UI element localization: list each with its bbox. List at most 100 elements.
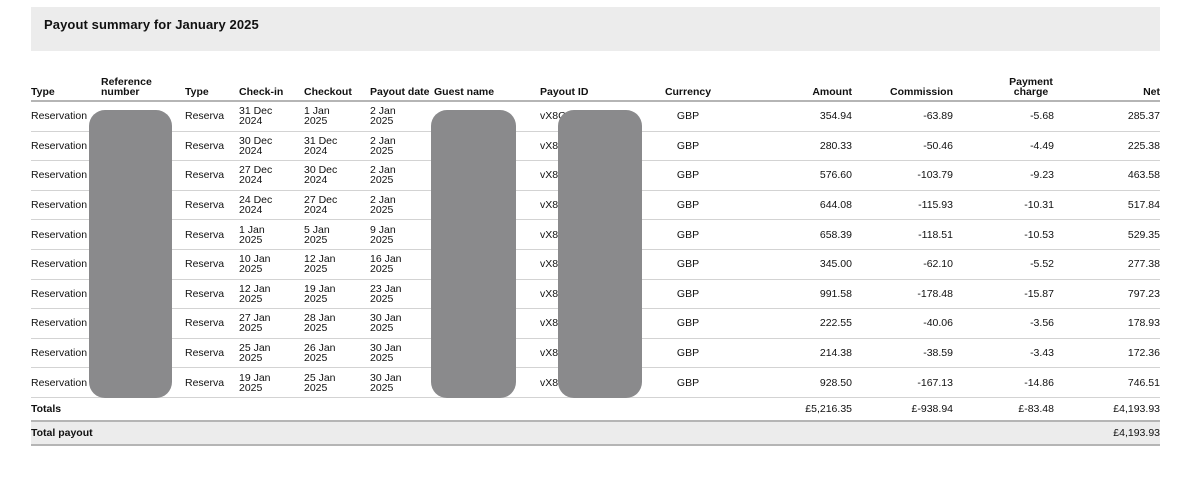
cell-amount: 345.00 [751,249,852,280]
total-payout-net: £4,193.93 [1054,420,1160,446]
cell-payment-charge: -3.43 [953,338,1054,369]
total-payment-charge: £-83.48 [953,397,1054,422]
cell-net: 225.38 [1054,131,1160,162]
cell-row-type-2: Reserva [185,367,239,398]
cell-currency: GBP [625,249,751,280]
col-header-guest-name: Guest name [434,77,540,102]
cell-amount: 280.33 [751,131,852,162]
cell-amount: 928.50 [751,367,852,398]
cell-net: 517.84 [1054,190,1160,221]
cell-currency: GBP [625,219,751,250]
cell-net: 172.36 [1054,338,1160,369]
cell-commission: -50.46 [852,131,953,162]
cell-net: 529.35 [1054,219,1160,250]
cell-payout-date: 2 Jan 2025 [370,101,434,132]
cell-row-type-2: Reserva [185,338,239,369]
cell-payment-charge: -5.68 [953,101,1054,132]
cell-checkout-date: 31 Dec 2024 [304,131,370,162]
redaction-reference-number [89,110,172,398]
col-header-check-in: Check-in [239,77,304,102]
totals-row: Totals £5,216.35 £-938.94 £-83.48 £4,193… [31,397,1160,422]
cell-row-type-2: Reserva [185,249,239,280]
cell-check-in-date: 19 Jan 2025 [239,367,304,398]
total-payout-label: Total payout [31,420,101,446]
cell-payout-date: 9 Jan 2025 [370,219,434,250]
cell-amount: 658.39 [751,219,852,250]
col-header-checkout: Checkout [304,77,370,102]
cell-commission: -62.10 [852,249,953,280]
cell-checkout-date: 26 Jan 2025 [304,338,370,369]
cell-amount: 214.38 [751,338,852,369]
cell-amount: 991.58 [751,279,852,310]
totals-label: Totals [31,397,101,422]
cell-checkout-date: 12 Jan 2025 [304,249,370,280]
page-title: Payout summary for January 2025 [44,17,259,32]
cell-commission: -63.89 [852,101,953,132]
cell-check-in-date: 24 Dec 2024 [239,190,304,221]
cell-payment-charge: -9.23 [953,160,1054,191]
cell-payout-date: 30 Jan 2025 [370,338,434,369]
cell-payment-charge: -10.31 [953,190,1054,221]
cell-payment-charge: -15.87 [953,279,1054,310]
cell-currency: GBP [625,160,751,191]
cell-currency: GBP [625,101,751,132]
cell-commission: -167.13 [852,367,953,398]
cell-row-type-2: Reserva [185,160,239,191]
cell-check-in-date: 10 Jan 2025 [239,249,304,280]
cell-row-type-2: Reserva [185,190,239,221]
col-header-amount: Amount [751,77,852,102]
cell-payment-charge: -4.49 [953,131,1054,162]
col-header-commission: Commission [852,77,953,102]
col-header-payout-id: Payout ID [540,77,625,102]
cell-commission: -115.93 [852,190,953,221]
cell-commission: -118.51 [852,219,953,250]
cell-commission: -40.06 [852,308,953,339]
cell-currency: GBP [625,279,751,310]
cell-row-type-2: Reserva [185,219,239,250]
cell-check-in-date: 27 Jan 2025 [239,308,304,339]
cell-currency: GBP [625,131,751,162]
cell-commission: -178.48 [852,279,953,310]
redaction-guest-name [431,110,516,398]
total-amount: £5,216.35 [751,397,852,422]
col-header-reference-number: Reference number [101,77,185,102]
col-header-type: Type [31,77,101,102]
total-net: £4,193.93 [1054,397,1160,422]
cell-check-in-date: 25 Jan 2025 [239,338,304,369]
cell-row-type-2: Reserva [185,279,239,310]
cell-checkout-date: 19 Jan 2025 [304,279,370,310]
cell-amount: 354.94 [751,101,852,132]
cell-amount: 644.08 [751,190,852,221]
cell-payout-date: 30 Jan 2025 [370,367,434,398]
cell-commission: -38.59 [852,338,953,369]
cell-net: 797.23 [1054,279,1160,310]
header-row: Type Reference number Type Check-in Chec… [31,76,1160,102]
cell-net: 178.93 [1054,308,1160,339]
cell-payment-charge: -5.52 [953,249,1054,280]
redaction-payout-id [558,110,642,398]
cell-payment-charge: -10.53 [953,219,1054,250]
cell-net: 746.51 [1054,367,1160,398]
cell-currency: GBP [625,367,751,398]
col-header-payout-date: Payout date [370,77,434,102]
cell-currency: GBP [625,190,751,221]
cell-row-type-2: Reserva [185,308,239,339]
cell-row-type-2: Reserva [185,101,239,132]
cell-amount: 222.55 [751,308,852,339]
cell-currency: GBP [625,308,751,339]
cell-checkout-date: 25 Jan 2025 [304,367,370,398]
payment-charge-label: Payment charge [1009,76,1053,98]
cell-net: 285.37 [1054,101,1160,132]
cell-checkout-date: 1 Jan 2025 [304,101,370,132]
cell-payment-charge: -14.86 [953,367,1054,398]
col-header-type-2: Type [185,77,239,102]
cell-payout-date: 16 Jan 2025 [370,249,434,280]
cell-amount: 576.60 [751,160,852,191]
cell-net: 277.38 [1054,249,1160,280]
cell-payout-date: 2 Jan 2025 [370,131,434,162]
cell-net: 463.58 [1054,160,1160,191]
cell-check-in-date: 31 Dec 2024 [239,101,304,132]
cell-checkout-date: 27 Dec 2024 [304,190,370,221]
total-commission: £-938.94 [852,397,953,422]
cell-payout-date: 23 Jan 2025 [370,279,434,310]
